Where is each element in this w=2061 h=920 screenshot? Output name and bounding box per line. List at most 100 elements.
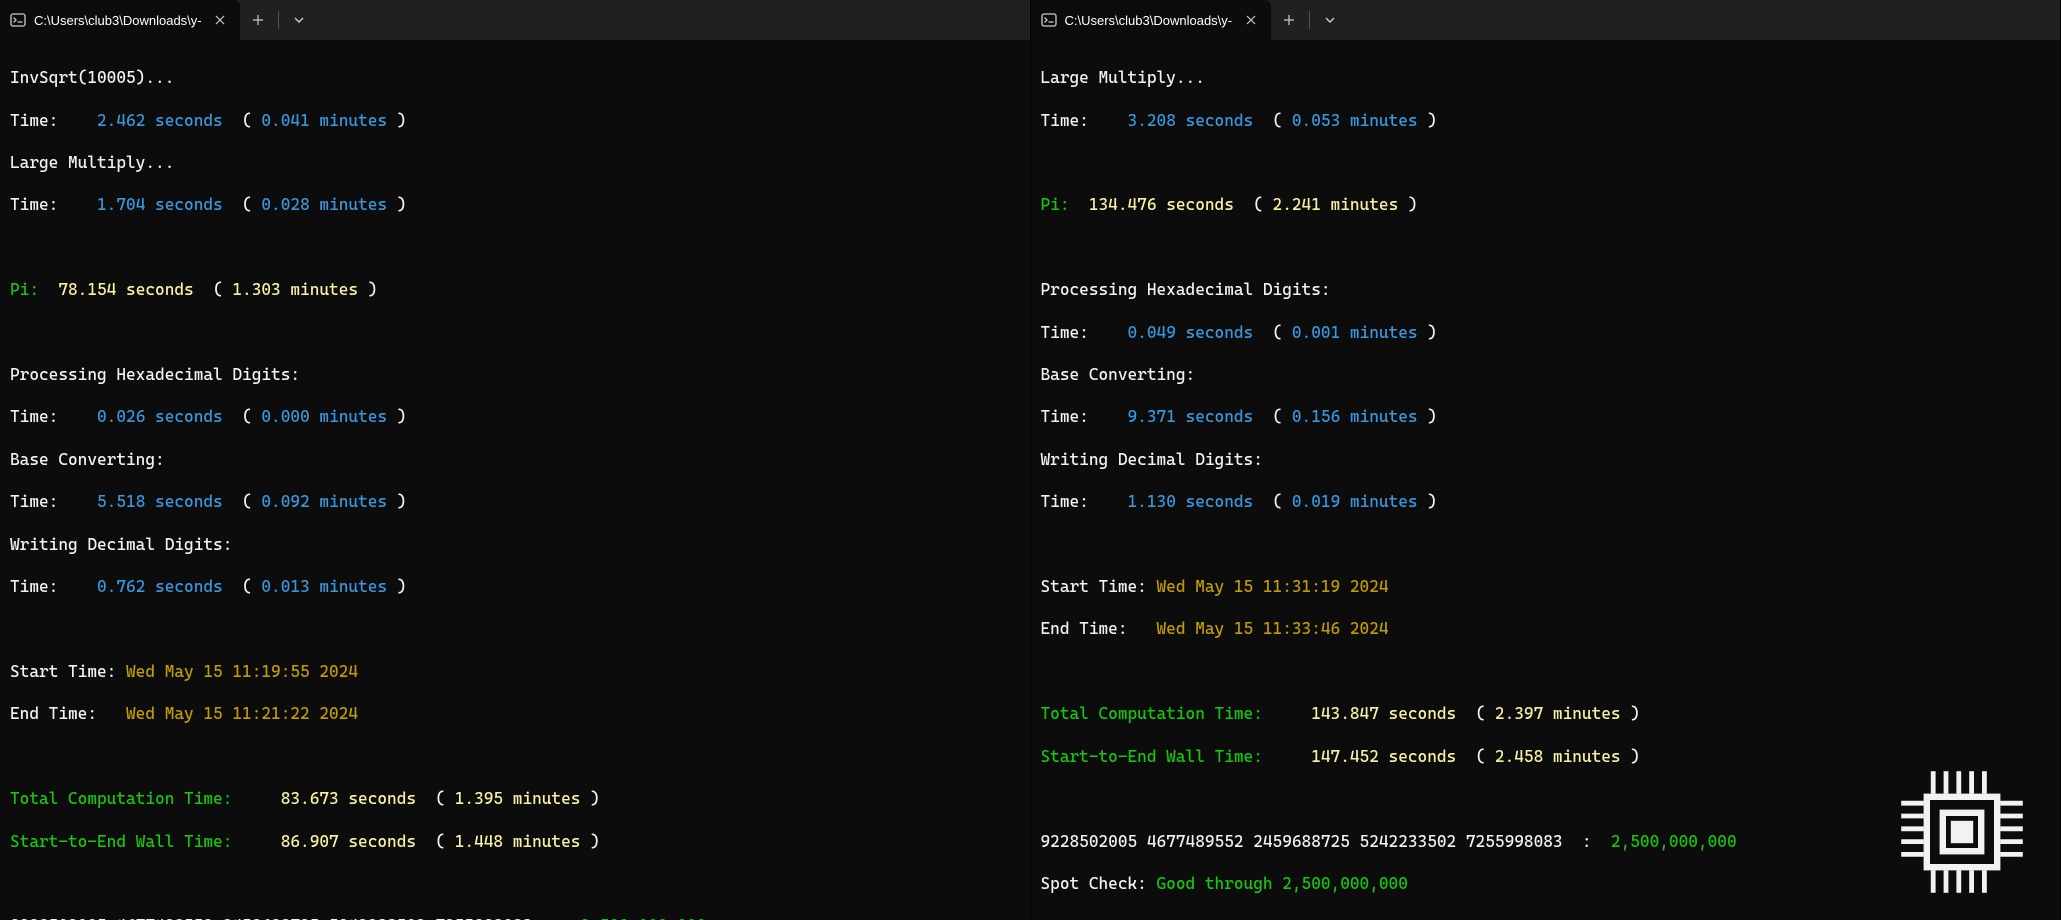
label: Time: (10, 407, 97, 426)
value: 0.000 minutes (261, 407, 387, 426)
label: Start-to-End Wall Time: (10, 832, 281, 851)
label: Start Time: (1041, 577, 1157, 596)
text: ) (387, 492, 406, 511)
label: Total Computation Time: (10, 789, 281, 808)
text: Writing Decimal Digits: (1041, 450, 1263, 469)
value: 83.673 seconds (281, 789, 436, 808)
label: Time: (10, 492, 97, 511)
text: ) (387, 407, 406, 426)
value: 2.458 minutes (1495, 747, 1621, 766)
titlebar[interactable]: C:\Users\club3\Downloads\y- (1031, 0, 2061, 40)
value: Wed May 15 11:21:22 2024 (126, 704, 358, 723)
label: Start-to-End Wall Time: (1041, 747, 1312, 766)
titlebar[interactable]: C:\Users\club3\Downloads\y- (0, 0, 1030, 40)
value: 0.762 seconds (97, 577, 242, 596)
value: 9.371 seconds (1128, 407, 1273, 426)
value: 147.452 seconds (1311, 747, 1475, 766)
text: Writing Decimal Digits: (10, 535, 232, 554)
value: 2,500,000,000 (1611, 832, 1737, 851)
text: ( (242, 407, 261, 426)
text: Base Converting: (1041, 365, 1196, 384)
text: Processing Hexadecimal Digits: (1041, 280, 1331, 299)
value: 1.395 minutes (455, 789, 581, 808)
titlebar-divider (1309, 11, 1310, 29)
value: 134.476 seconds (1089, 195, 1253, 214)
label: End Time: (1041, 619, 1157, 638)
value: 2.462 seconds (97, 111, 242, 130)
value: 0.041 minutes (261, 111, 387, 130)
text: ( (435, 789, 454, 808)
tab-dropdown-button[interactable] (281, 0, 317, 40)
label: Start Time: (10, 662, 126, 681)
value: 0.092 minutes (261, 492, 387, 511)
label: Time: (1041, 492, 1128, 511)
text: ( (1476, 704, 1495, 723)
label: Time: (1041, 111, 1128, 130)
tab-title: C:\Users\club3\Downloads\y- (34, 13, 202, 28)
text: Processing Hexadecimal Digits: (10, 365, 300, 384)
value: 0.053 minutes (1292, 111, 1418, 130)
text: ) (1621, 747, 1640, 766)
text: ( (213, 280, 232, 299)
new-tab-button[interactable] (1271, 0, 1307, 40)
tab-active[interactable]: C:\Users\club3\Downloads\y- (0, 0, 240, 40)
text: ) (580, 789, 599, 808)
label: Spot Check: (1041, 874, 1157, 893)
digits: 9228502005 4677489552 2459688725 5242233… (1041, 832, 1563, 851)
value: Wed May 15 11:33:46 2024 (1157, 619, 1389, 638)
value: 78.154 seconds (58, 280, 213, 299)
text: ) (358, 280, 377, 299)
digits: 9228502005 4677489552 2459688725 5242233… (10, 916, 532, 920)
tab-active[interactable]: C:\Users\club3\Downloads\y- (1031, 0, 1271, 40)
text: ( (1273, 492, 1292, 511)
text: ( (1273, 323, 1292, 342)
titlebar-divider (278, 11, 279, 29)
tab-dropdown-button[interactable] (1312, 0, 1348, 40)
text: ( (1273, 407, 1292, 426)
text: : (532, 916, 580, 920)
label: End Time: (10, 704, 126, 723)
text: ) (1418, 323, 1437, 342)
terminal-window-left: C:\Users\club3\Downloads\y- InvSqrt(1000… (0, 0, 1031, 920)
value: 1.303 minutes (232, 280, 358, 299)
text: ( (242, 195, 261, 214)
value: 2.241 minutes (1273, 195, 1399, 214)
terminal-icon (1041, 12, 1057, 28)
label: Time: (10, 577, 97, 596)
value: 0.049 seconds (1128, 323, 1273, 342)
text: ) (1418, 407, 1437, 426)
text: ( (1253, 195, 1272, 214)
text: ( (435, 832, 454, 851)
value: Wed May 15 11:31:19 2024 (1157, 577, 1389, 596)
text: ) (580, 832, 599, 851)
value: 0.001 minutes (1292, 323, 1418, 342)
value: 5.518 seconds (97, 492, 242, 511)
value: 143.847 seconds (1311, 704, 1475, 723)
new-tab-button[interactable] (240, 0, 276, 40)
text: InvSqrt(10005)... (10, 68, 174, 87)
text: ) (387, 111, 406, 130)
tab-close-button[interactable] (210, 10, 230, 30)
text: ( (242, 111, 261, 130)
terminal-window-right: C:\Users\club3\Downloads\y- Large Multip… (1031, 0, 2061, 920)
label: Total Computation Time: (1041, 704, 1312, 723)
terminal-output[interactable]: Large Multiply... Time: 3.208 seconds ( … (1031, 40, 2061, 920)
value: 1.704 seconds (97, 195, 242, 214)
value: 0.013 minutes (261, 577, 387, 596)
text: Large Multiply... (1041, 68, 1205, 87)
label: Pi: (1041, 195, 1089, 214)
terminal-output[interactable]: InvSqrt(10005)... Time: 2.462 seconds ( … (0, 40, 1030, 920)
value: 1.130 seconds (1128, 492, 1273, 511)
value: 0.019 minutes (1292, 492, 1418, 511)
tab-title: C:\Users\club3\Downloads\y- (1065, 13, 1233, 28)
value: 2.397 minutes (1495, 704, 1621, 723)
tab-close-button[interactable] (1241, 10, 1261, 30)
value: Good through 2,500,000,000 (1157, 874, 1408, 893)
text: ) (387, 577, 406, 596)
label: Time: (10, 195, 97, 214)
text: ) (1418, 492, 1437, 511)
text: Base Converting: (10, 450, 165, 469)
label: Time: (10, 111, 97, 130)
label: Time: (1041, 407, 1128, 426)
text: ( (242, 577, 261, 596)
